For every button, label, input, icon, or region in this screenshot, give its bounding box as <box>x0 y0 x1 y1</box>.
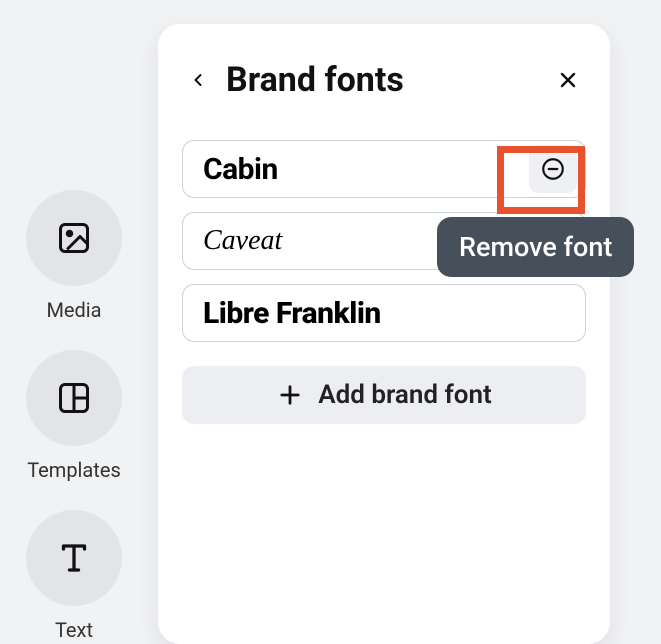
add-brand-font-button[interactable]: Add brand font <box>182 366 586 424</box>
sidebar-item-label: Media <box>46 298 101 322</box>
chevron-left-icon <box>188 68 208 92</box>
font-name: Caveat <box>203 225 282 257</box>
plus-icon <box>276 381 304 409</box>
close-button[interactable] <box>556 68 580 92</box>
font-row[interactable]: Libre Franklin <box>182 284 586 342</box>
font-row[interactable]: Cabin <box>182 140 586 198</box>
sidebar-item-templates[interactable]: Templates <box>26 350 122 482</box>
text-icon <box>26 510 122 606</box>
sidebar-item-media[interactable]: Media <box>26 190 122 322</box>
remove-font-button[interactable] <box>529 145 577 193</box>
add-brand-font-label: Add brand font <box>318 380 491 410</box>
sidebar-item-label: Text <box>55 618 93 642</box>
panel-title: Brand fonts <box>226 60 404 100</box>
font-name: Cabin <box>203 152 278 187</box>
brand-fonts-panel: Brand fonts Cabin Caveat Libre Franklin <box>158 24 610 644</box>
panel-header: Brand fonts <box>182 60 586 100</box>
sidebar: Media Templates Text <box>0 190 148 642</box>
close-icon <box>556 68 580 92</box>
remove-icon <box>540 156 566 182</box>
font-name: Libre Franklin <box>203 296 381 331</box>
remove-font-tooltip: Remove font <box>437 217 634 277</box>
back-button[interactable] <box>188 68 208 92</box>
media-icon <box>26 190 122 286</box>
sidebar-item-text[interactable]: Text <box>26 510 122 642</box>
sidebar-item-label: Templates <box>27 458 121 482</box>
templates-icon <box>26 350 122 446</box>
